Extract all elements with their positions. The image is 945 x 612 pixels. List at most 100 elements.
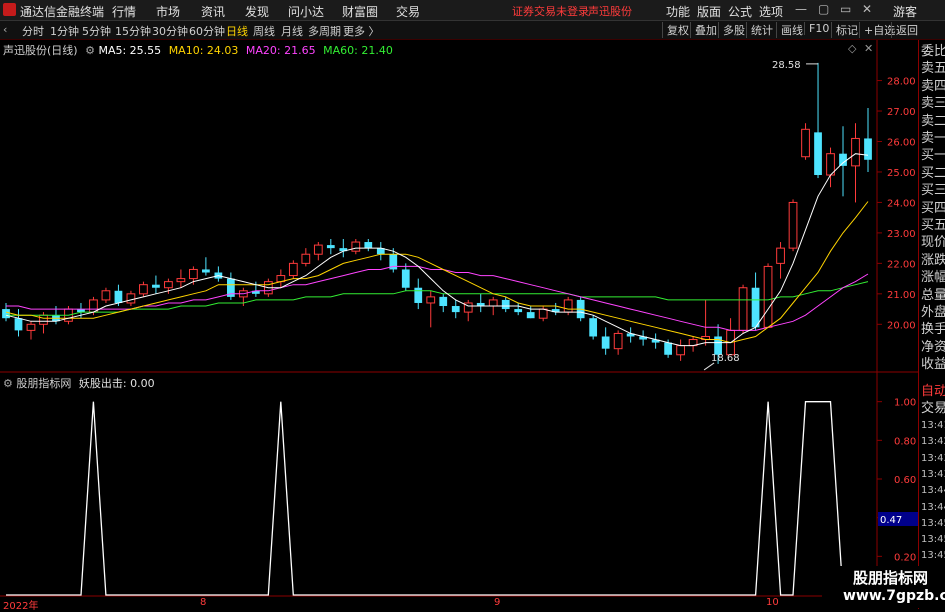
candle-body-down (514, 309, 523, 313)
menu-hangqing[interactable]: 行情 (112, 3, 136, 20)
current-stock-name: 声迅股份 (588, 5, 632, 18)
candle-body-up (738, 287, 748, 331)
date-label-sep: 9 (494, 597, 501, 608)
quote-label: 卖二 (921, 113, 945, 129)
tongji-button[interactable]: 统计 (746, 22, 773, 38)
tick-time: 13:45 (921, 534, 945, 546)
candle-body-up (801, 128, 810, 158)
maximize-icon[interactable]: ▢ (818, 2, 829, 16)
period-fenshi[interactable]: 分时 (22, 23, 44, 39)
quote-panel: 委比 卖五 卖四 卖三 卖二 卖一 买一 买二 买三 买四 买五 现价 涨跌 涨幅 总量 外盘 换手 净资 收益 自动… (918, 40, 945, 609)
candle-body-up (189, 268, 198, 280)
period-30min[interactable]: 30分钟 (152, 23, 188, 39)
settings-gear-icon[interactable]: ⚙ (85, 44, 95, 57)
menu-gongneng[interactable]: 功能 (666, 3, 690, 20)
chart-close-icon[interactable]: ✕ (864, 42, 873, 55)
menu-zixun[interactable]: 资讯 (201, 3, 225, 20)
menu-wenxiaoda[interactable]: 问小达 (288, 3, 324, 20)
quote-label: 买四 (921, 200, 945, 216)
candle-body-up (851, 137, 860, 167)
menu-xuanxiang[interactable]: 选项 (759, 3, 783, 20)
close-icon[interactable]: ✕ (862, 2, 872, 16)
price-axis: 28.00 27.00 26.00 25.00 24.00 23.00 22.00 21.00… (877, 77, 916, 331)
price-tick-label: 26.00 (887, 137, 916, 148)
price-tick-label: 24.00 (887, 198, 916, 209)
candle-body-up (763, 265, 773, 328)
kline-chart[interactable]: 28.00 27.00 26.00 25.00 24.00 23.00 22.00 21.00… (0, 40, 918, 609)
indicator-lines-group (6, 401, 868, 596)
period-1min[interactable]: 1分钟 (50, 23, 79, 39)
ma10-legend: MA10: 24.03 (168, 44, 239, 57)
indicator-tick-label: 0.20 (894, 552, 916, 563)
period-daily[interactable]: 日线 (226, 23, 248, 39)
period-more[interactable]: 更多 〉 (343, 23, 380, 39)
candle-body-down (439, 296, 448, 307)
candle-body-down (864, 138, 872, 160)
candle-body-up (39, 314, 48, 325)
candle-body-down (326, 245, 335, 249)
watermark-line1: 股朋指标网 (853, 569, 929, 587)
ma20-legend: MA20: 21.65 (245, 44, 316, 57)
toolbar-arrow-icon[interactable]: ‹ (3, 23, 7, 36)
stock-title[interactable]: 声迅股份(日线) (3, 44, 78, 57)
period-toolbar: ‹ 分时 1分钟 5分钟 15分钟 30分钟 60分钟 日线 周线 月线 多周期… (0, 21, 945, 60)
app-logo-icon (3, 3, 16, 16)
diejia-button[interactable]: 叠加 (690, 22, 717, 38)
minimize-icon[interactable]: — (795, 2, 807, 16)
candle-body-up (313, 244, 323, 255)
menu-gongshi[interactable]: 公式 (728, 3, 752, 20)
candle-body-down (839, 153, 847, 166)
menu-shichang[interactable]: 市场 (156, 3, 180, 20)
menu-caifuquan[interactable]: 财富圈 (342, 3, 378, 20)
candle-body-down (501, 299, 510, 310)
login-status[interactable]: 证券交易未登录 (512, 3, 589, 19)
app-title: 通达信金融终端 (20, 5, 105, 19)
menu-faxian[interactable]: 发现 (245, 3, 269, 20)
quote-label: 卖五 (921, 61, 945, 77)
back-button[interactable]: 返回 (891, 22, 918, 38)
period-weekly[interactable]: 周线 (253, 23, 275, 39)
price-tick-label: 28.00 (887, 77, 916, 88)
quote-label: 净资 (921, 339, 945, 355)
fuquan-button[interactable]: 复权 (662, 22, 689, 38)
duogu-button[interactable]: 多股 (718, 22, 745, 38)
ma5-legend: MA5: 25.55 (98, 44, 162, 57)
huaxian-button[interactable]: 画线 (776, 22, 803, 38)
tick-time: 13:45 (921, 517, 945, 529)
indicator-legend: ⚙ 股朋指标网 妖股出击: 0.00 (3, 375, 155, 391)
tick-time: 13:44 (921, 501, 945, 513)
trade-label[interactable]: 交易 (921, 401, 945, 416)
f10-button[interactable]: F10 (804, 22, 829, 35)
quote-label: 卖三 (921, 96, 945, 112)
indicator-gear-icon[interactable]: ⚙ (3, 377, 13, 390)
restore-icon[interactable]: ▭ (840, 2, 851, 16)
candle-body-down (202, 269, 210, 273)
biaoji-button[interactable]: 标记 (831, 22, 858, 38)
period-60min[interactable]: 60分钟 (189, 23, 225, 39)
menu-banmian[interactable]: 版面 (697, 3, 721, 20)
candle-body-up (301, 253, 311, 264)
period-monthly[interactable]: 月线 (281, 23, 303, 39)
indicator-axis: 1.000.800.600.400.20 (877, 398, 916, 563)
low-price-label: 18.68 (711, 353, 740, 364)
quote-label: 涨幅 (921, 270, 945, 286)
quote-label: 买五 (921, 218, 945, 233)
menu-jiaoyi[interactable]: 交易 (396, 3, 420, 20)
period-multi[interactable]: 多周期 (308, 23, 341, 39)
user-label[interactable]: 游客 (893, 3, 917, 20)
add-favorite-button[interactable]: +自选 (859, 22, 895, 38)
candle-body-down (814, 132, 822, 176)
candle-body-up (538, 308, 548, 319)
candle-body-down (751, 287, 760, 328)
candle-body-down (14, 318, 23, 331)
price-tick-label: 23.00 (887, 229, 916, 240)
chart-options-icon[interactable]: ◇ (848, 42, 856, 55)
indicator-title[interactable]: 股朋指标网 (16, 377, 71, 390)
trade-label[interactable]: 自动 (921, 384, 945, 399)
period-15min[interactable]: 15分钟 (115, 23, 151, 39)
indicator-tick-label: 1.00 (894, 398, 916, 409)
date-label-oct: 10 (766, 597, 779, 608)
candle-body-down (2, 309, 10, 319)
period-5min[interactable]: 5分钟 (82, 23, 111, 39)
high-low-markers (703, 63, 819, 371)
